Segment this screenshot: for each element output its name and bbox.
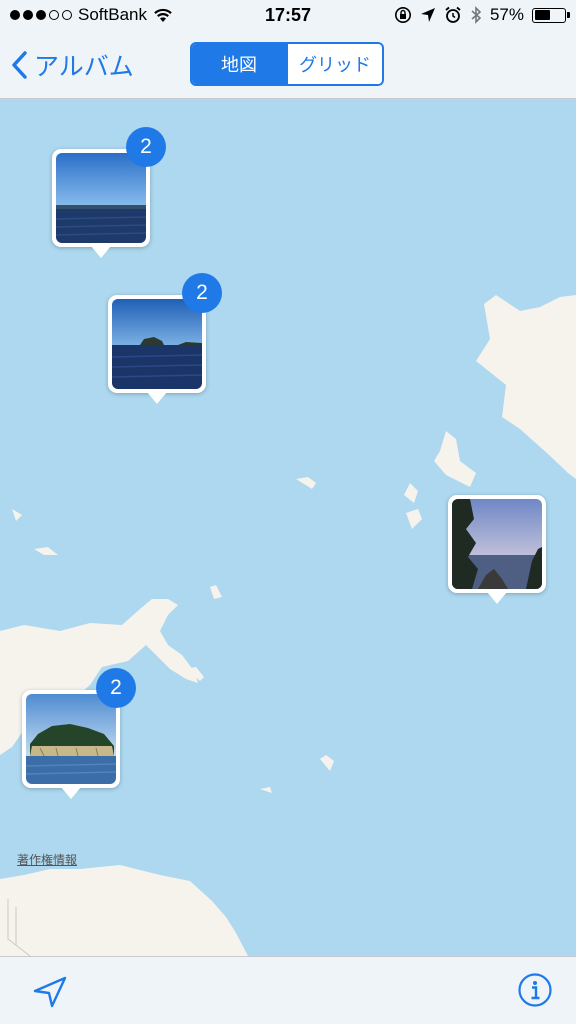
back-button-label: アルバム [34, 53, 134, 81]
photo-count-badge: 2 [182, 273, 222, 313]
legal-link[interactable]: 著作権情報 [17, 851, 77, 868]
segment-map[interactable]: 地図 [192, 44, 286, 84]
location-services-icon [420, 8, 435, 22]
chevron-left-icon [12, 51, 27, 79]
location-arrow-icon [33, 976, 67, 1008]
photo-thumbnail [112, 299, 202, 389]
photo-thumbnail [26, 694, 116, 784]
photo-map[interactable]: 2 2 2 著作権情報 [0, 99, 576, 956]
photos-map-screen: SoftBank 17:57 57% アルバム 地図 グリッド 2 2 2 著作… [0, 0, 576, 1024]
bottom-toolbar [0, 956, 576, 1024]
photo-pin[interactable]: 2 [52, 127, 166, 258]
photo-count-badge: 2 [96, 668, 136, 708]
bluetooth-icon [471, 6, 482, 24]
alarm-icon [445, 6, 461, 23]
current-location-button[interactable] [32, 975, 68, 1009]
photo-count-badge: 2 [126, 127, 166, 167]
photo-image [452, 499, 542, 589]
photo-thumbnail [56, 153, 146, 243]
back-button[interactable]: アルバム [10, 47, 134, 83]
status-bar: SoftBank 17:57 57% [0, 0, 576, 32]
photo-image [56, 153, 146, 243]
battery-icon [532, 7, 570, 23]
photo-pin[interactable]: 2 [108, 273, 222, 404]
photo-pin[interactable]: 2 [22, 668, 136, 799]
navigation-bar: アルバム 地図 グリッド [0, 32, 576, 99]
segment-grid[interactable]: グリッド [286, 44, 382, 84]
battery-fill [534, 10, 550, 20]
view-mode-segmented-control: 地図 グリッド [190, 42, 384, 86]
photo-image [112, 299, 202, 389]
info-button[interactable] [518, 973, 552, 1007]
photo-thumbnail [452, 499, 542, 589]
status-right: 57% [394, 5, 570, 25]
photo-image [26, 694, 116, 784]
info-icon [518, 973, 552, 1007]
rotation-lock-icon [394, 7, 411, 23]
photo-pin[interactable] [448, 495, 546, 604]
battery-percent: 57% [489, 5, 524, 24]
